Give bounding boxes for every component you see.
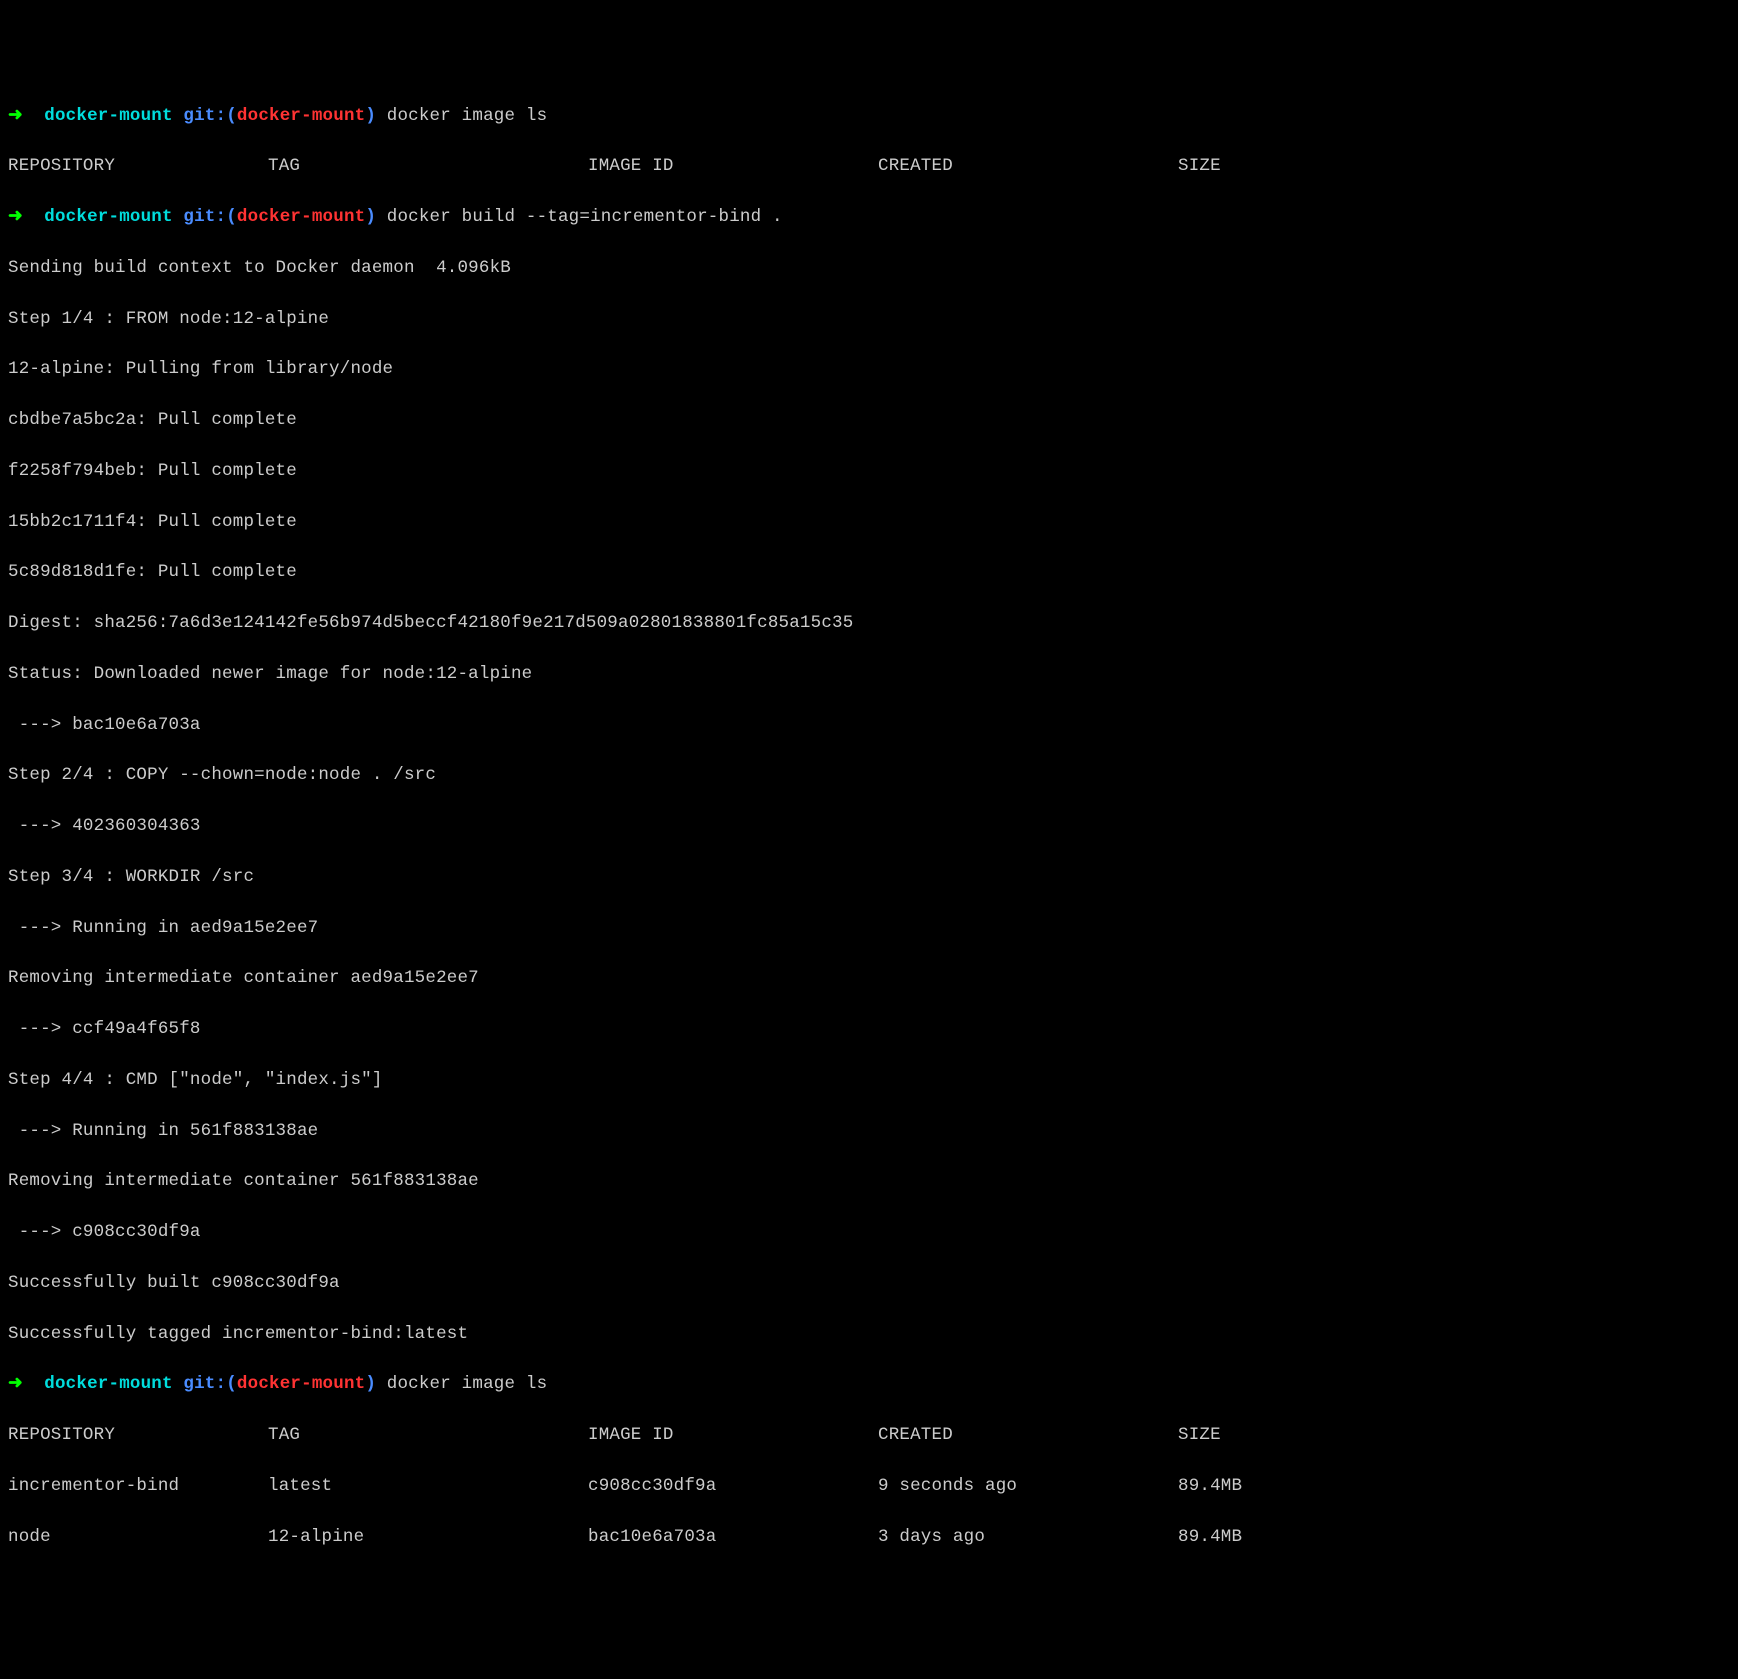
cell-repo: node [8,1525,268,1550]
git-branch: docker-mount [237,1374,365,1394]
build-line: ---> c908cc30df9a [8,1220,1730,1245]
git-close: ) [365,106,376,126]
col-tag-header: TAG [268,1423,588,1448]
col-id-header: IMAGE ID [588,154,878,179]
git-branch: docker-mount [237,106,365,126]
prompt-arrow-icon: ➜ [8,1374,23,1394]
col-created-header: CREATED [878,1423,1178,1448]
col-repo-header: REPOSITORY [8,154,268,179]
cell-id: c908cc30df9a [588,1474,878,1499]
build-line: ---> ccf49a4f65f8 [8,1017,1730,1042]
cell-size: 89.4MB [1178,1525,1248,1550]
prompt-dir: docker-mount [44,207,172,227]
col-tag-header: TAG [268,154,588,179]
build-line: Step 3/4 : WORKDIR /src [8,865,1730,890]
build-line: ---> Running in 561f883138ae [8,1119,1730,1144]
prompt-line-1[interactable]: ➜ docker-mount git:(docker-mount) docker… [8,104,1730,129]
table1-header: REPOSITORYTAGIMAGE IDCREATEDSIZE [8,154,1730,179]
git-label: git:( [183,106,237,126]
cell-tag: 12-alpine [268,1525,588,1550]
build-line: Sending build context to Docker daemon 4… [8,256,1730,281]
build-line: Status: Downloaded newer image for node:… [8,662,1730,687]
col-size-header: SIZE [1178,154,1248,179]
prompt-line-2[interactable]: ➜ docker-mount git:(docker-mount) docker… [8,205,1730,230]
build-line: Successfully built c908cc30df9a [8,1271,1730,1296]
build-line: Step 4/4 : CMD ["node", "index.js"] [8,1068,1730,1093]
build-line: Step 2/4 : COPY --chown=node:node . /src [8,763,1730,788]
build-line: 5c89d818d1fe: Pull complete [8,560,1730,585]
git-label: git:( [183,207,237,227]
build-line: Step 1/4 : FROM node:12-alpine [8,307,1730,332]
git-branch: docker-mount [237,207,365,227]
git-close: ) [365,1374,376,1394]
build-line: 12-alpine: Pulling from library/node [8,357,1730,382]
build-line: Removing intermediate container aed9a15e… [8,966,1730,991]
git-close: ) [365,207,376,227]
col-size-header: SIZE [1178,1423,1248,1448]
build-line: Successfully tagged incrementor-bind:lat… [8,1322,1730,1347]
table2-header: REPOSITORYTAGIMAGE IDCREATEDSIZE [8,1423,1730,1448]
table-row: node12-alpinebac10e6a703a3 days ago89.4M… [8,1525,1730,1550]
build-line: ---> 402360304363 [8,814,1730,839]
build-line: ---> bac10e6a703a [8,713,1730,738]
build-line: f2258f794beb: Pull complete [8,459,1730,484]
table-row: incrementor-bindlatestc908cc30df9a9 seco… [8,1474,1730,1499]
prompt-dir: docker-mount [44,106,172,126]
build-line: Removing intermediate container 561f8831… [8,1169,1730,1194]
build-line: cbdbe7a5bc2a: Pull complete [8,408,1730,433]
prompt-line-3[interactable]: ➜ docker-mount git:(docker-mount) docker… [8,1372,1730,1397]
build-line: ---> Running in aed9a15e2ee7 [8,916,1730,941]
git-label: git:( [183,1374,237,1394]
prompt-dir: docker-mount [44,1374,172,1394]
prompt-arrow-icon: ➜ [8,207,23,227]
cell-size: 89.4MB [1178,1474,1248,1499]
cell-repo: incrementor-bind [8,1474,268,1499]
command-1: docker image ls [387,106,548,126]
command-3: docker image ls [387,1374,548,1394]
col-created-header: CREATED [878,154,1178,179]
prompt-arrow-icon: ➜ [8,106,23,126]
cell-created: 3 days ago [878,1525,1178,1550]
cell-created: 9 seconds ago [878,1474,1178,1499]
build-line: 15bb2c1711f4: Pull complete [8,510,1730,535]
build-line: Digest: sha256:7a6d3e124142fe56b974d5bec… [8,611,1730,636]
col-id-header: IMAGE ID [588,1423,878,1448]
command-2: docker build --tag=incrementor-bind . [387,207,783,227]
cell-id: bac10e6a703a [588,1525,878,1550]
cell-tag: latest [268,1474,588,1499]
col-repo-header: REPOSITORY [8,1423,268,1448]
